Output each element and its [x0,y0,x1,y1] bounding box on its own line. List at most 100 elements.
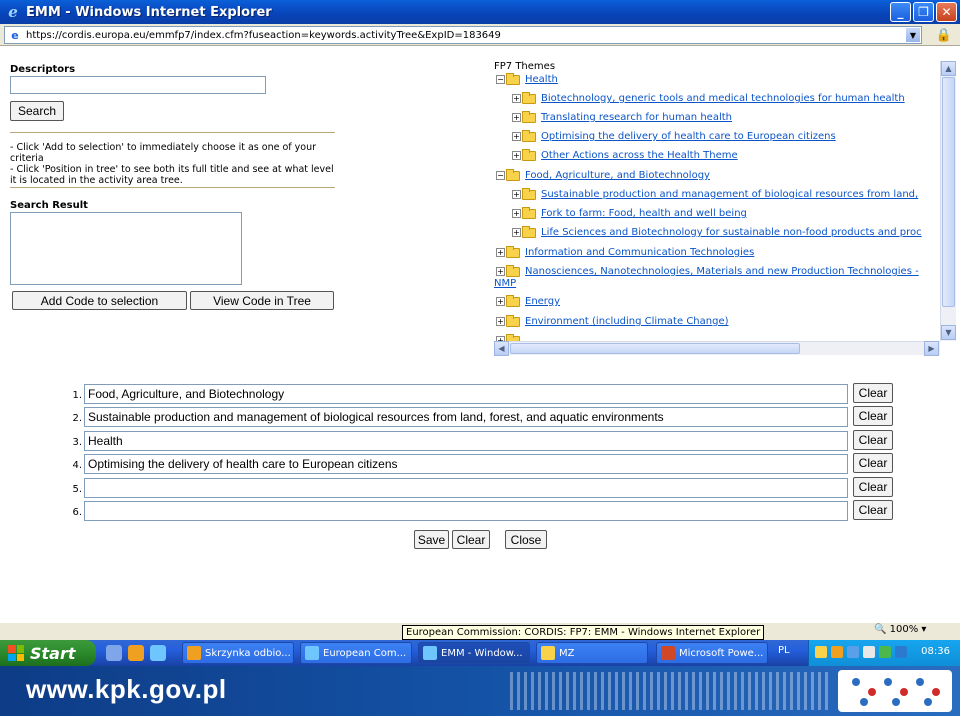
tree-node[interactable]: + Environment (including Climate Change) [496,314,729,327]
maximize-button[interactable]: ❐ [913,2,934,22]
clear-row-button[interactable]: Clear [853,406,893,426]
task-european-commission[interactable]: European Com... [300,642,412,664]
tree-node[interactable]: + Other Actions across the Health Theme [512,148,738,161]
expand-icon[interactable]: + [496,317,505,326]
tree-node[interactable]: + Optimising the delivery of health care… [512,129,836,142]
tree-node-label[interactable]: Fork to farm: Food, health and well bein… [541,208,747,219]
scroll-thumb[interactable] [510,343,800,354]
tree-node-label[interactable]: Food, Agriculture, and Biotechnology [525,170,710,181]
expand-icon[interactable]: + [512,228,521,237]
tree-node-label[interactable]: Environment (including Climate Change) [525,316,729,327]
scroll-up-icon[interactable]: ▲ [941,61,956,76]
selection-field-3[interactable]: Health [84,431,848,451]
expand-icon[interactable]: + [512,151,521,160]
tree-node[interactable]: + Energy [496,294,560,307]
tree-horizontal-scrollbar[interactable]: ◀ ▶ [494,341,940,356]
site-url: www.kpk.gov.pl [26,674,227,704]
clear-all-button[interactable]: Clear [452,530,490,549]
clear-row-button[interactable]: Clear [853,477,893,497]
expand-icon[interactable]: + [496,297,505,306]
collapse-icon[interactable]: − [496,171,505,180]
tree-node[interactable]: + Sustainable production and management … [512,187,918,200]
expand-icon[interactable]: + [496,248,505,257]
tree-node-label[interactable]: Information and Communication Technologi… [525,247,754,258]
volume-tray-icon[interactable] [863,646,875,658]
mail-tray-icon[interactable] [815,646,827,658]
tree-node-label[interactable]: Translating research for human health [541,112,732,123]
task-mz-folder[interactable]: MZ [536,642,648,664]
tree-vertical-scrollbar[interactable]: ▲ ▼ [940,61,956,341]
clock: 08:36 [921,646,950,657]
clear-row-button[interactable]: Clear [853,500,893,520]
zoom-control[interactable]: 🔍 100% ▾ [874,624,926,635]
tree-node-label[interactable]: Optimising the delivery of health care t… [541,131,836,142]
tree-node[interactable]: + Information and Communication Technolo… [496,245,754,258]
selection-field-4[interactable]: Optimising the delivery of health care t… [84,454,848,474]
expand-icon[interactable]: + [512,132,521,141]
window-titlebar: e EMM - Windows Internet Explorer _ ❐ ✕ [0,0,960,24]
network-tray-icon[interactable] [847,646,859,658]
tree-node-label[interactable]: Other Actions across the Health Theme [541,150,738,161]
scroll-down-icon[interactable]: ▼ [941,325,956,340]
quicklaunch-ie-icon[interactable] [150,645,166,661]
folder-icon [522,129,538,142]
expand-icon[interactable]: + [512,94,521,103]
quicklaunch-desktop-icon[interactable] [106,645,122,661]
clear-row-button[interactable]: Clear [853,430,893,450]
close-window-button[interactable]: ✕ [936,2,957,22]
expand-icon[interactable]: + [512,113,521,122]
task-powerpoint[interactable]: Microsoft Powe... [656,642,768,664]
expand-icon[interactable]: + [512,209,521,218]
address-input[interactable]: e https://cordis.europa.eu/emmfp7/index.… [4,26,922,44]
minimize-button[interactable]: _ [890,2,911,22]
search-result-list[interactable] [10,212,242,285]
address-dropdown-icon[interactable]: ▼ [906,28,920,42]
tree-node[interactable]: − Health [496,72,558,85]
tree-node[interactable]: + Life Sciences and Biotechnology for su… [512,225,922,238]
tree-node[interactable]: − Food, Agriculture, and Biotechnology [496,168,710,181]
tree-node-label[interactable]: Energy [525,296,560,307]
outlook-tray-icon[interactable] [831,646,843,658]
expand-icon[interactable]: + [496,267,505,276]
language-indicator[interactable]: PL [778,645,790,656]
tree-node-label[interactable]: NMP [494,278,516,289]
tree-node-label[interactable]: Biotechnology, generic tools and medical… [541,93,905,104]
selection-field-5[interactable] [84,478,848,498]
tree-node-label[interactable]: Nanosciences, Nanotechnologies, Material… [525,266,919,277]
task-label: European Com... [323,647,407,659]
expand-icon[interactable]: + [512,190,521,199]
add-code-button[interactable]: Add Code to selection [12,291,187,310]
start-button[interactable]: Start [0,640,96,666]
quicklaunch-outlook-icon[interactable] [128,645,144,661]
scroll-right-icon[interactable]: ▶ [924,341,939,356]
task-emm-window[interactable]: EMM - Window... [418,642,530,664]
task-inbox[interactable]: Skrzynka odbio... [182,642,294,664]
selection-field-1[interactable]: Food, Agriculture, and Biotechnology [84,384,848,404]
tree-node-label[interactable]: Health [525,74,558,85]
collapse-icon[interactable]: − [496,75,505,84]
update-tray-icon[interactable] [895,646,907,658]
security-tray-icon[interactable] [879,646,891,658]
view-code-button[interactable]: View Code in Tree [190,291,334,310]
search-button[interactable]: Search [10,101,64,121]
tree-node[interactable]: + Fork to farm: Food, health and well be… [512,206,747,219]
tree-node-label[interactable]: Life Sciences and Biotechnology for sust… [541,227,922,238]
scroll-thumb[interactable] [942,77,955,307]
clear-row-button[interactable]: Clear [853,453,893,473]
clear-row-button[interactable]: Clear [853,383,893,403]
tree-node-label[interactable]: Sustainable production and management of… [541,189,918,200]
close-button[interactable]: Close [505,530,547,549]
selection-field-2[interactable]: Sustainable production and management of… [84,407,848,427]
tree-node-wrap[interactable]: NMP [494,278,516,289]
tree-node[interactable]: + Nanosciences, Nanotechnologies, Materi… [496,264,919,277]
save-button[interactable]: Save [414,530,449,549]
taskbar: Start Skrzynka odbio... European Com... … [0,640,960,666]
zoom-level: 100% [889,624,919,635]
lock-icon[interactable]: 🔒 [936,27,952,43]
tree-node[interactable]: + Biotechnology, generic tools and medic… [512,91,905,104]
tree-node[interactable]: + Translating research for human health [512,110,732,123]
selection-field-6[interactable] [84,501,848,521]
page-icon: e [11,28,19,42]
descriptors-input[interactable] [10,76,266,94]
scroll-left-icon[interactable]: ◀ [494,341,509,356]
